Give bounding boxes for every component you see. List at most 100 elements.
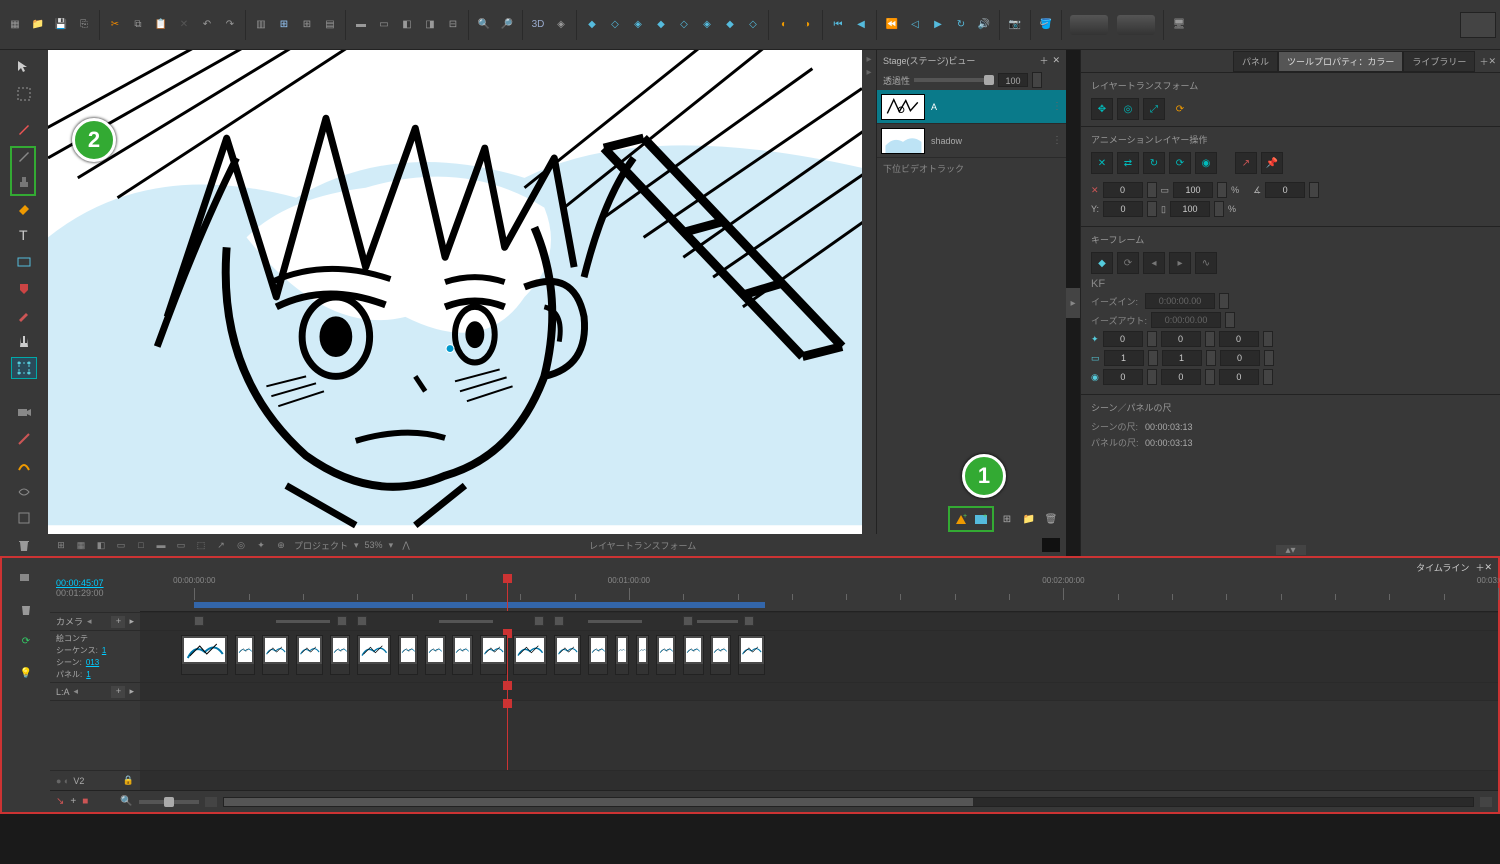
timeline-panel[interactable] (262, 635, 289, 675)
sb-icon-4[interactable]: ▭ (114, 538, 128, 552)
sb-icon-10[interactable]: ◎ (234, 538, 248, 552)
layer-item-a[interactable]: A ⋮ (877, 90, 1066, 124)
camera-add-icon[interactable]: + (111, 616, 125, 628)
tl-zoom-icon[interactable]: 🔍 (120, 796, 132, 807)
move-icon[interactable]: ✥ (1091, 98, 1113, 120)
file-open-icon[interactable]: 📁 (27, 14, 49, 36)
color-swatch[interactable] (1042, 538, 1060, 552)
kf-del-icon[interactable]: ⟳ (1117, 252, 1139, 274)
tl-bulb-tool[interactable]: 💡 (13, 660, 39, 686)
panel-plus-icon[interactable]: ＋ (1479, 55, 1488, 68)
panel-x-icon[interactable]: ✕ (1488, 56, 1496, 67)
tl-close-icon[interactable]: ✕ (1484, 562, 1492, 573)
add-vector-layer-icon[interactable]: + (952, 510, 970, 528)
paint-tool[interactable] (11, 277, 37, 299)
play-prev-icon[interactable]: ◀ (850, 14, 872, 36)
panel-x-icon[interactable]: ◇ (673, 14, 695, 36)
play-icon[interactable]: ▶ (927, 14, 949, 36)
view3-icon[interactable]: ◧ (396, 14, 418, 36)
brush-tool[interactable] (11, 118, 37, 140)
sb-icon-6[interactable]: ▬ (154, 538, 168, 552)
camera-icon[interactable]: 📷 (1004, 14, 1026, 36)
canvas[interactable]: 2 (48, 50, 862, 534)
sb-icon-7[interactable]: ▭ (174, 538, 188, 552)
play-start-icon[interactable]: ⏪ (881, 14, 903, 36)
tab-library[interactable]: ライブラリー (1403, 51, 1475, 72)
op4-icon[interactable]: ⟳ (1169, 152, 1191, 174)
sb-icon-2[interactable]: ▦ (74, 538, 88, 552)
transform-tool[interactable] (11, 357, 37, 380)
panel-val[interactable]: 1 (86, 670, 90, 679)
timeline-panel[interactable] (425, 635, 445, 675)
y-field[interactable]: 0 (1103, 201, 1143, 217)
dropper-tool[interactable] (11, 304, 37, 326)
grid2-icon[interactable]: ⊞ (296, 14, 318, 36)
save-icon[interactable]: 💾 (50, 14, 72, 36)
sb-icon-9[interactable]: ↗ (214, 538, 228, 552)
trash-tool[interactable] (11, 534, 37, 556)
timeline-panel[interactable] (296, 635, 323, 675)
tl-b1-icon[interactable]: ↘ (56, 796, 64, 807)
rect2-tool[interactable] (11, 507, 37, 529)
ease-in-field[interactable]: 0:00:00.00 (1145, 293, 1215, 309)
scroll-right-icon[interactable] (1480, 797, 1492, 807)
group-layer-icon[interactable]: ⊞ (998, 510, 1016, 528)
grid-icon[interactable]: ▥ (250, 14, 272, 36)
op6-icon[interactable]: ↗ (1235, 152, 1257, 174)
lock-icon-2[interactable]: ⋮ (1052, 135, 1062, 146)
redo-icon[interactable]: ↷ (219, 14, 241, 36)
knob-2[interactable] (1117, 15, 1155, 35)
tl-b3-icon[interactable]: ■ (82, 796, 88, 807)
tab-panel[interactable]: パネル (1233, 51, 1278, 72)
collapse-up-icon[interactable]: ▴▾ (1276, 545, 1306, 555)
panel-del-icon[interactable]: ◆ (650, 14, 672, 36)
sb-icon-3[interactable]: ◧ (94, 538, 108, 552)
hand-tool[interactable] (11, 330, 37, 352)
tl-b2-icon[interactable]: + (70, 796, 76, 807)
ease-out-field[interactable]: 0:00:00.00 (1151, 312, 1221, 328)
tab-tool-props[interactable]: ツールプロパティ：カラー (1278, 51, 1403, 72)
la-add-icon[interactable]: + (111, 686, 125, 698)
play-back-icon[interactable]: ◁ (904, 14, 926, 36)
panel-dup-icon[interactable]: ◇ (604, 14, 626, 36)
view1-icon[interactable]: ▬ (350, 14, 372, 36)
sb-icon-5[interactable]: □ (134, 538, 148, 552)
timeline-panel[interactable] (452, 635, 472, 675)
kf-next-icon[interactable]: ▸ (1169, 252, 1191, 274)
end-field[interactable] (1460, 12, 1496, 38)
timeline-panel[interactable] (615, 635, 629, 675)
scroll-left-icon[interactable] (205, 797, 217, 807)
timeline-ruler[interactable]: 00:00:00:0000:01:00:0000:02:00:0000:03:0… (140, 576, 1498, 612)
collapse-right-icon[interactable]: ▸ (1066, 288, 1080, 318)
timeline-panel[interactable] (181, 635, 229, 675)
kf-prev-icon[interactable]: ◂ (1143, 252, 1165, 274)
v2-track[interactable] (140, 771, 1498, 790)
cam1-icon[interactable]: ◐ (773, 14, 795, 36)
tl-plus-icon[interactable]: ＋ (1475, 561, 1484, 574)
angle-field[interactable]: 0 (1265, 182, 1305, 198)
select-tool[interactable] (11, 56, 37, 78)
rotate-icon[interactable]: ◎ (1117, 98, 1139, 120)
tl-trash-tool[interactable] (13, 596, 39, 622)
panel-split-icon[interactable]: ◈ (627, 14, 649, 36)
save-all-icon[interactable]: ⎘ (73, 14, 95, 36)
rect-tool[interactable] (11, 251, 37, 273)
3d-icon[interactable]: 3D (527, 14, 549, 36)
camera-track[interactable] (140, 613, 1498, 630)
scale-icon[interactable]: ⤢ (1143, 98, 1165, 120)
menu-icon[interactable]: ▦ (4, 14, 26, 36)
current-time[interactable]: 00:00:45:07 (56, 578, 134, 588)
delete-icon[interactable]: ✕ (173, 14, 195, 36)
lock-icon[interactable]: ⋮ (1052, 101, 1062, 112)
cut-icon[interactable]: ✂ (104, 14, 126, 36)
curve-tool[interactable] (11, 454, 37, 476)
loop-icon[interactable]: ↻ (950, 14, 972, 36)
view5-icon[interactable]: ⊟ (442, 14, 464, 36)
lock-icon[interactable]: 🔒 (123, 775, 134, 786)
undo-icon[interactable]: ↶ (196, 14, 218, 36)
timeline-panel[interactable] (588, 635, 608, 675)
side-arrow2-icon[interactable]: ▸ (866, 67, 871, 78)
panel-add-icon[interactable]: ◆ (581, 14, 603, 36)
timeline-panel[interactable] (235, 635, 255, 675)
timeline-panel[interactable] (480, 635, 507, 675)
